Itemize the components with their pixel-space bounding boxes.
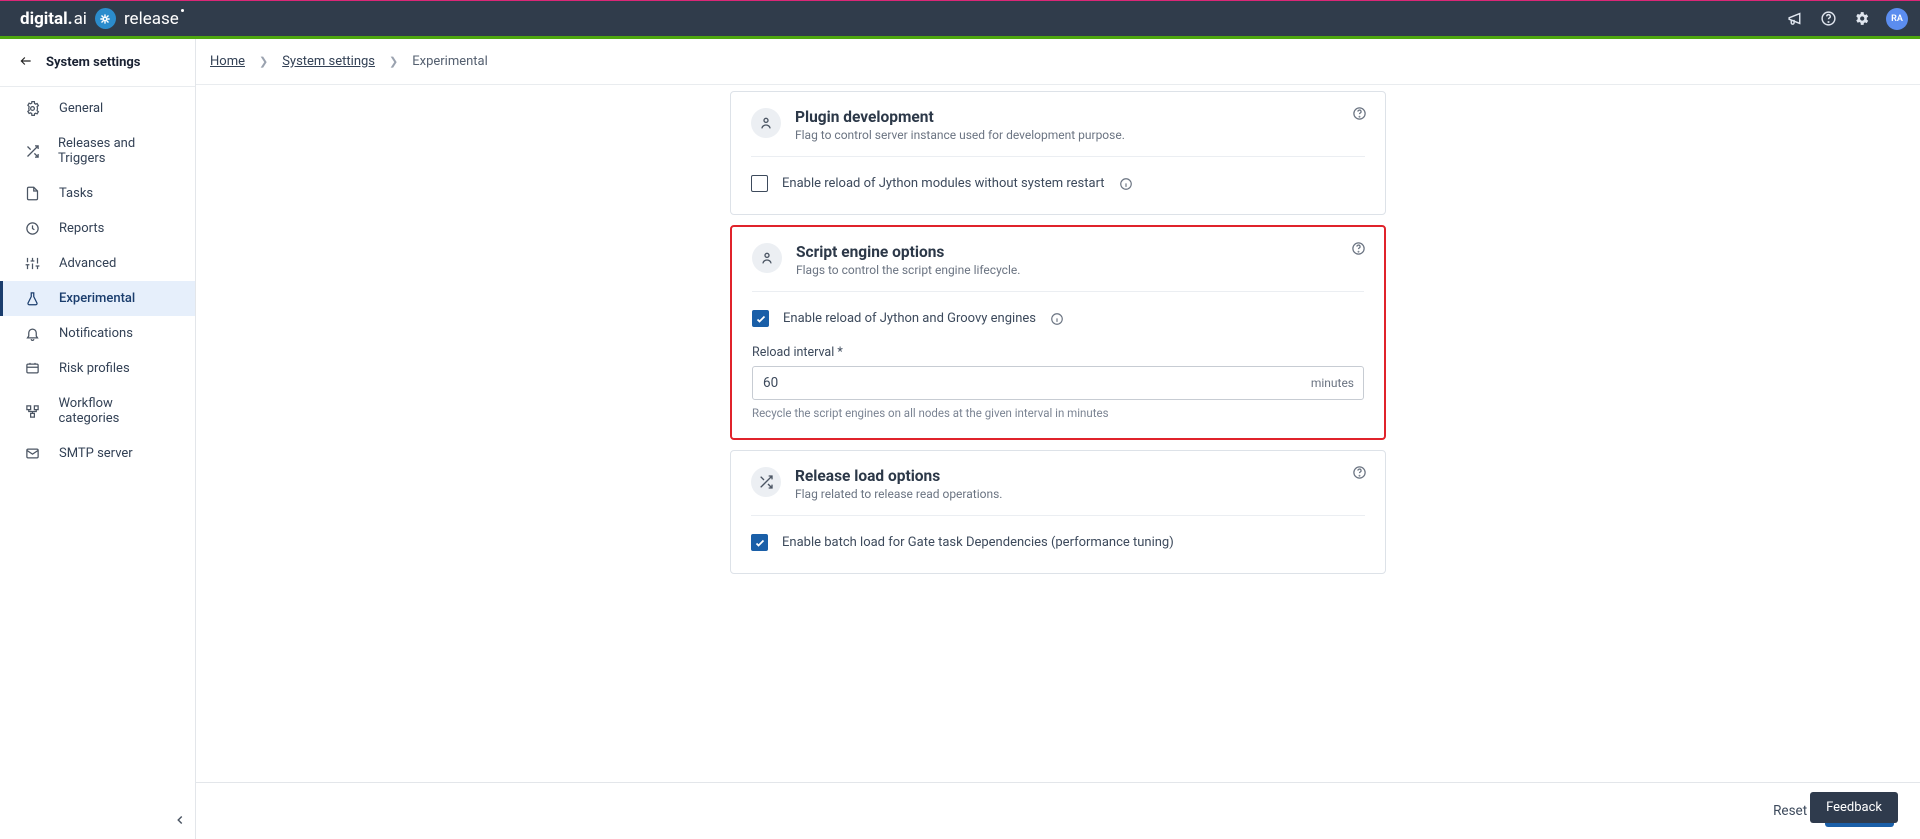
sidebar-item-workflow-categories[interactable]: Workflow categories: [0, 386, 195, 436]
sidebar-item-label: Advanced: [59, 256, 116, 271]
header-actions: RA: [1787, 8, 1908, 30]
workflow-icon: [25, 404, 40, 419]
checkbox-label: Enable batch load for Gate task Dependen…: [782, 535, 1174, 550]
card-subtitle: Flag to control server instance used for…: [795, 128, 1125, 142]
sidebar-item-label: Workflow categories: [58, 396, 173, 426]
sidebar-item-label: Releases and Triggers: [58, 136, 173, 166]
checkbox-enable-engines-reload[interactable]: [752, 310, 769, 327]
card-subtitle: Flags to control the script engine lifec…: [796, 263, 1020, 277]
brand-product: release: [124, 9, 179, 29]
breadcrumb-settings[interactable]: System settings: [282, 54, 375, 69]
card-plugin-development: Plugin development Flag to control serve…: [730, 91, 1386, 215]
sidebar-item-tasks[interactable]: Tasks: [0, 176, 195, 211]
sidebar-item-label: Tasks: [59, 186, 93, 201]
chevron-right-icon: ❯: [259, 55, 268, 68]
breadcrumb-current: Experimental: [412, 54, 488, 69]
sidebar: System settings General Releases and Tri…: [0, 39, 196, 839]
help-circle-icon[interactable]: [1352, 106, 1367, 125]
help-circle-icon[interactable]: [1352, 465, 1367, 484]
breadcrumb-home[interactable]: Home: [210, 54, 245, 69]
card-subtitle: Flag related to release read operations.: [795, 487, 1002, 501]
mail-icon: [25, 446, 41, 461]
checkbox-enable-jython-reload[interactable]: [751, 175, 768, 192]
sidebar-item-label: Reports: [59, 221, 104, 236]
app-header: digital.ai release RA: [0, 0, 1920, 39]
main-content: Home ❯ System settings ❯ Experimental Pl…: [196, 39, 1920, 839]
shuffle-icon: [751, 467, 781, 497]
breadcrumb: Home ❯ System settings ❯ Experimental: [196, 39, 1920, 85]
brand-name-suffix: ai: [74, 9, 87, 29]
checkbox-enable-batch-load[interactable]: [751, 534, 768, 551]
sidebar-item-notifications[interactable]: Notifications: [0, 316, 195, 351]
person-icon: [752, 243, 782, 273]
sidebar-back-button[interactable]: System settings: [0, 39, 195, 87]
flask-icon: [25, 291, 41, 306]
settings-icon[interactable]: [1853, 10, 1870, 27]
sidebar-item-label: Notifications: [59, 326, 133, 341]
sidebar-title: System settings: [46, 55, 140, 70]
user-avatar[interactable]: RA: [1886, 8, 1908, 30]
info-circle-icon[interactable]: [1119, 177, 1133, 191]
input-suffix: minutes: [1311, 376, 1354, 390]
sidebar-collapse-button[interactable]: [173, 812, 187, 831]
sidebar-item-label: SMTP server: [59, 446, 133, 461]
reset-button[interactable]: Reset: [1773, 803, 1807, 819]
sidebar-item-advanced[interactable]: Advanced: [0, 246, 195, 281]
field-label: Reload interval *: [752, 345, 1364, 360]
sidebar-nav: General Releases and Triggers Tasks Repo…: [0, 87, 195, 471]
shuffle-icon: [25, 144, 40, 159]
sliders-icon: [25, 256, 41, 271]
sidebar-item-label: Experimental: [59, 291, 135, 306]
check-row-enable-jython-reload: Enable reload of Jython modules without …: [751, 171, 1365, 196]
check-row-enable-engines-reload: Enable reload of Jython and Groovy engin…: [752, 306, 1364, 331]
card-title: Release load options: [795, 467, 1002, 485]
person-icon: [751, 108, 781, 138]
info-circle-icon[interactable]: [1050, 312, 1064, 326]
sidebar-item-label: Risk profiles: [59, 361, 130, 376]
sidebar-item-releases-triggers[interactable]: Releases and Triggers: [0, 126, 195, 176]
bell-icon: [25, 326, 41, 341]
announcements-icon[interactable]: [1787, 10, 1804, 27]
brand: digital.ai release: [20, 8, 179, 29]
chevron-right-icon: ❯: [389, 55, 398, 68]
sidebar-item-experimental[interactable]: Experimental: [0, 281, 195, 316]
card-title: Script engine options: [796, 243, 1020, 261]
help-icon[interactable]: [1820, 10, 1837, 27]
checkbox-label: Enable reload of Jython modules without …: [782, 176, 1105, 191]
card-script-engine-options: Script engine options Flags to control t…: [730, 225, 1386, 440]
gear-icon: [25, 101, 41, 116]
card-title: Plugin development: [795, 108, 1125, 126]
arrow-left-icon: [18, 53, 34, 72]
sidebar-item-smtp-server[interactable]: SMTP server: [0, 436, 195, 471]
footer-actions: Reset Save: [196, 782, 1920, 839]
sidebar-item-reports[interactable]: Reports: [0, 211, 195, 246]
reload-interval-input[interactable]: [752, 366, 1364, 400]
field-hint: Recycle the script engines on all nodes …: [752, 406, 1364, 420]
brand-name-prefix: digital.: [20, 9, 73, 29]
content-scroll[interactable]: Plugin development Flag to control serve…: [196, 85, 1920, 782]
checkbox-label: Enable reload of Jython and Groovy engin…: [783, 311, 1036, 326]
sidebar-item-general[interactable]: General: [0, 91, 195, 126]
brand-logo-icon: [95, 8, 116, 29]
card-release-load-options: Release load options Flag related to rel…: [730, 450, 1386, 574]
risk-icon: [25, 361, 41, 376]
clock-icon: [25, 221, 41, 236]
check-row-enable-batch-load: Enable batch load for Gate task Dependen…: [751, 530, 1365, 555]
sidebar-item-risk-profiles[interactable]: Risk profiles: [0, 351, 195, 386]
help-circle-icon[interactable]: [1351, 241, 1366, 260]
sidebar-item-label: General: [59, 101, 103, 116]
feedback-button[interactable]: Feedback: [1810, 792, 1898, 823]
document-icon: [25, 186, 41, 201]
field-reload-interval: Reload interval * minutes Recycle the sc…: [752, 345, 1364, 420]
